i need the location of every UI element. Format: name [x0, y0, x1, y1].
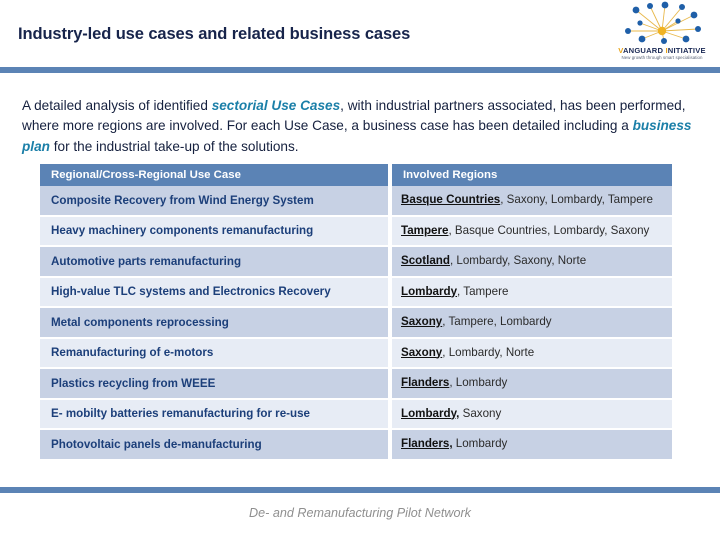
intro-segment-1: A detailed analysis of identified	[22, 97, 212, 113]
cell-use-case: Remanufacturing of e-motors	[40, 338, 388, 369]
table-row[interactable]: Metal components reprocessing Saxony, Ta…	[40, 308, 672, 339]
vanguard-initiative-logo: VANGUARD INITIATIVE New growth through s…	[606, 1, 718, 65]
other-regions: , Tampere	[457, 284, 509, 298]
footer-note: De- and Remanufacturing Pilot Network	[249, 506, 471, 520]
table-row[interactable]: Remanufacturing of e-motors Saxony, Lomb…	[40, 338, 672, 369]
table-row[interactable]: Automotive parts remanufacturing Scotlan…	[40, 247, 672, 278]
cell-use-case: Plastics recycling from WEEE	[40, 369, 388, 400]
logo-nitiative: NITIATIVE	[667, 46, 706, 55]
cell-use-case: High-value TLC systems and Electronics R…	[40, 277, 388, 308]
table-row[interactable]: Photovoltaic panels de-manufacturing Fla…	[40, 430, 672, 461]
other-regions: Lombardy	[452, 437, 508, 450]
bottom-divider-bar	[0, 487, 720, 493]
cell-use-case: Heavy machinery components remanufacturi…	[40, 216, 388, 247]
cell-use-case: E- mobilty batteries remanufacturing for…	[40, 399, 388, 430]
intro-segment-3: for the industrial take-up of the soluti…	[49, 138, 299, 154]
cell-use-case: Automotive parts remanufacturing	[40, 247, 388, 278]
table-body: Composite Recovery from Wind Energy Syst…	[40, 186, 672, 461]
table-row[interactable]: High-value TLC systems and Electronics R…	[40, 277, 672, 308]
lead-region: Lombardy,	[401, 406, 460, 420]
table-row[interactable]: Composite Recovery from Wind Energy Syst…	[40, 186, 672, 217]
column-header-use-case: Regional/Cross-Regional Use Case	[40, 164, 388, 186]
other-regions: , Basque Countries, Lombardy, Saxony	[448, 223, 650, 237]
cell-use-case: Metal components reprocessing	[40, 308, 388, 339]
logo-anguard: ANGUARD	[622, 46, 664, 55]
use-cases-table: Regional/Cross-Regional Use Case Involve…	[40, 164, 672, 461]
lead-region: Flanders,	[401, 437, 453, 450]
intro-paragraph: A detailed analysis of identified sector…	[22, 96, 704, 158]
cell-involved-regions: Lombardy, Saxony	[392, 399, 672, 430]
cell-involved-regions: Tampere, Basque Countries, Lombardy, Sax…	[392, 216, 672, 247]
cell-involved-regions: Flanders, Lombardy	[392, 430, 672, 461]
table-head: Regional/Cross-Regional Use Case Involve…	[40, 164, 672, 186]
lead-region: Basque Countries	[401, 193, 501, 206]
lead-region: Lombardy	[401, 284, 458, 298]
cell-involved-regions: Saxony, Tampere, Lombardy	[392, 308, 672, 339]
other-regions: Saxony	[459, 406, 502, 420]
intro-highlight-sectorial-use-cases: sectorial Use Cases	[211, 97, 341, 113]
lead-region: Flanders	[401, 376, 450, 389]
cell-involved-regions: Basque Countries, Saxony, Lombardy, Tamp…	[392, 186, 672, 217]
cell-involved-regions: Flanders, Lombardy	[392, 369, 672, 400]
table-row[interactable]: Heavy machinery components remanufacturi…	[40, 216, 672, 247]
lead-region: Saxony	[401, 345, 443, 359]
column-header-involved-regions: Involved Regions	[392, 164, 672, 186]
other-regions: , Tampere, Lombardy	[442, 315, 552, 328]
lead-region: Tampere	[401, 223, 449, 237]
table-row[interactable]: Plastics recycling from WEEE Flanders, L…	[40, 369, 672, 400]
other-regions: , Lombardy, Norte	[442, 345, 535, 359]
table-row[interactable]: E- mobilty batteries remanufacturing for…	[40, 399, 672, 430]
other-regions: , Lombardy	[449, 376, 508, 389]
cell-involved-regions: Saxony, Lombardy, Norte	[392, 338, 672, 369]
lead-region: Scotland	[401, 254, 450, 267]
cell-use-case: Composite Recovery from Wind Energy Syst…	[40, 186, 388, 217]
top-divider-bar	[0, 67, 720, 73]
cell-involved-regions: Lombardy, Tampere	[392, 277, 672, 308]
page-title: Industry-led use cases and related busin…	[18, 25, 411, 43]
lead-region: Saxony	[401, 315, 443, 328]
cell-use-case: Photovoltaic panels de-manufacturing	[40, 430, 388, 461]
network-nodes-icon	[625, 1, 701, 44]
other-regions: , Saxony, Lombardy, Tampere	[500, 193, 653, 206]
other-regions: , Lombardy, Saxony, Norte	[449, 254, 587, 267]
logo-tagline: New growth through smart specialisation	[621, 55, 703, 60]
slide-header: Industry-led use cases and related busin…	[0, 0, 720, 68]
table-header-row: Regional/Cross-Regional Use Case Involve…	[40, 164, 672, 186]
logo-wordmark: VANGUARD INITIATIVE	[606, 46, 718, 55]
cell-involved-regions: Scotland, Lombardy, Saxony, Norte	[392, 247, 672, 278]
